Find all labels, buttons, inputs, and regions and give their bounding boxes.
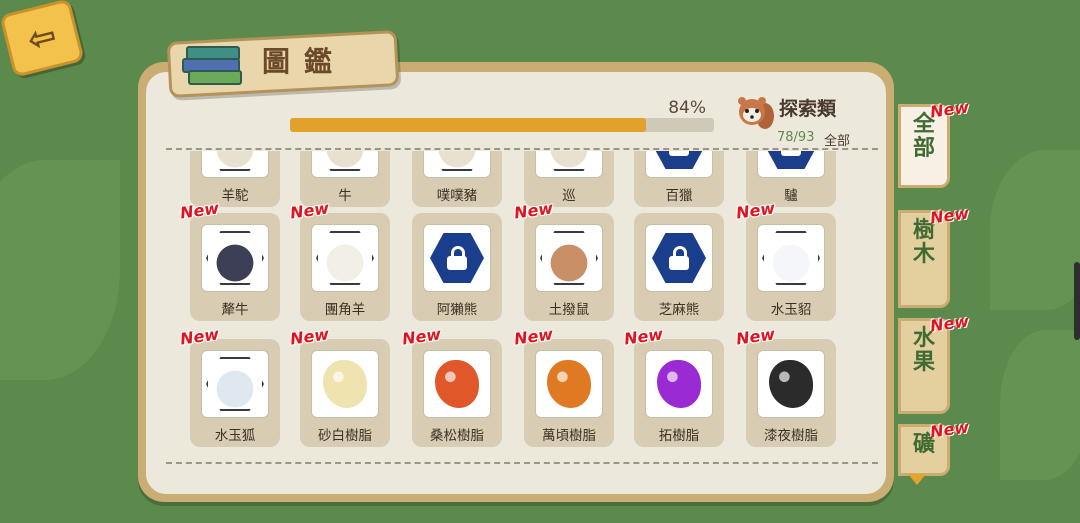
scope-label: 全部 [824,134,851,149]
card-label: 砂白樹脂 [318,428,372,444]
lock-icon [430,233,484,283]
lock-icon [652,233,706,283]
patrol-icon [540,151,598,171]
marmot-icon [540,231,598,285]
card-image-frame [757,350,825,418]
cow-icon [316,151,374,171]
progress-bar-fill [290,118,647,132]
back-arrow-icon: ⇦ [23,15,61,61]
background-leaf [0,160,120,380]
category-name: 探索類 [779,98,837,120]
card-label: 噗噗豬 [436,188,478,204]
card-label: 桑松樹脂 [430,428,484,444]
card-image-frame [423,350,491,418]
card-image-frame [311,350,379,418]
bottom-divider [166,462,878,464]
padlock-glyph [669,246,689,270]
back-button[interactable]: ⇦ [0,0,85,78]
page-title: 圖鑑 [262,45,347,78]
padlock-glyph [669,151,689,156]
collection-card[interactable]: 水玉狐 [190,339,280,447]
pig-icon [428,151,486,171]
resin-icon [657,360,701,408]
resin-icon [323,360,367,408]
lock-icon [652,151,706,169]
collection-card[interactable]: 砂白樹脂 [300,339,390,447]
card-image-frame [201,224,269,292]
side-drawer-handle[interactable] [1074,262,1080,340]
tab-new-badge: New [928,417,971,442]
padlock-glyph [781,151,801,156]
card-label: 水玉狐 [214,428,256,444]
resin-icon [547,360,591,408]
card-label: 萬頃樹脂 [542,428,596,444]
progress-percent: 84% [668,98,706,118]
card-image-frame [645,151,713,178]
scroll-down-arrow-icon[interactable] [908,474,926,485]
card-label: 芝麻熊 [658,302,700,318]
card-label: 團角羊 [324,302,366,318]
card-image-frame [645,224,713,292]
card-image-frame [535,224,603,292]
top-divider [166,148,878,150]
card-label: 水玉貂 [770,302,812,318]
collection-card[interactable]: 百獵 [634,151,724,207]
card-image-frame [423,151,491,178]
yak-icon [206,231,264,285]
sheep-icon [316,231,374,285]
card-image-frame [535,151,603,178]
collection-card[interactable]: 拓樹脂 [634,339,724,447]
card-image-frame [757,224,825,292]
progress-bar [290,118,714,132]
collection-card[interactable]: 團角羊 [300,213,390,321]
background-leaf [1000,330,1080,480]
card-label: 拓樹脂 [658,428,700,444]
card-image-frame [645,350,713,418]
collection-card[interactable]: 土撥鼠 [524,213,614,321]
collection-card[interactable]: 牛 [300,151,390,207]
raccoon-icon [738,97,774,129]
collection-card[interactable]: 巡 [524,151,614,207]
collection-card[interactable]: 漆夜樹脂 [746,339,836,447]
card-image-frame [535,350,603,418]
tab-new-badge: New [928,97,971,122]
tab-new-badge: New [928,203,971,228]
ermine-icon [762,231,820,285]
resin-icon [435,360,479,408]
collection-card[interactable]: 芝麻熊 [634,213,724,321]
books-icon [182,44,244,85]
card-image-frame [423,224,491,292]
arctic-fox-icon [206,357,264,411]
card-label: 百獵 [665,188,693,204]
collection-card[interactable]: 犛牛 [190,213,280,321]
card-label: 犛牛 [221,302,249,318]
card-image-frame [757,151,825,178]
collection-grid[interactable]: 羊駝牛噗噗豬巡百獵驢犛牛 New 團角羊 New 阿獺熊 土撥鼠 New 芝麻熊 水玉貂 New 水… [150,151,884,459]
collected-count: 78/93 [777,130,815,145]
tab-new-badge: New [928,311,971,336]
background-leaf [990,150,1080,310]
collection-card[interactable]: 驢 [746,151,836,207]
card-image-frame [311,224,379,292]
card-label: 漆夜樹脂 [764,428,818,444]
collection-card[interactable]: 水玉貂 [746,213,836,321]
resin-icon [769,360,813,408]
collection-card[interactable]: 桑松樹脂 [412,339,502,447]
alpaca-icon [206,151,264,171]
collection-card[interactable]: 萬頃樹脂 [524,339,614,447]
card-label: 阿獺熊 [436,302,478,318]
card-image-frame [201,350,269,418]
lock-icon [764,151,818,169]
collection-card[interactable]: 羊駝 [190,151,280,207]
card-label: 土撥鼠 [548,302,590,318]
card-image-frame [311,151,379,178]
collection-card[interactable]: 阿獺熊 [412,213,502,321]
padlock-glyph [447,246,467,270]
collection-card[interactable]: 噗噗豬 [412,151,502,207]
card-image-frame [201,151,269,178]
